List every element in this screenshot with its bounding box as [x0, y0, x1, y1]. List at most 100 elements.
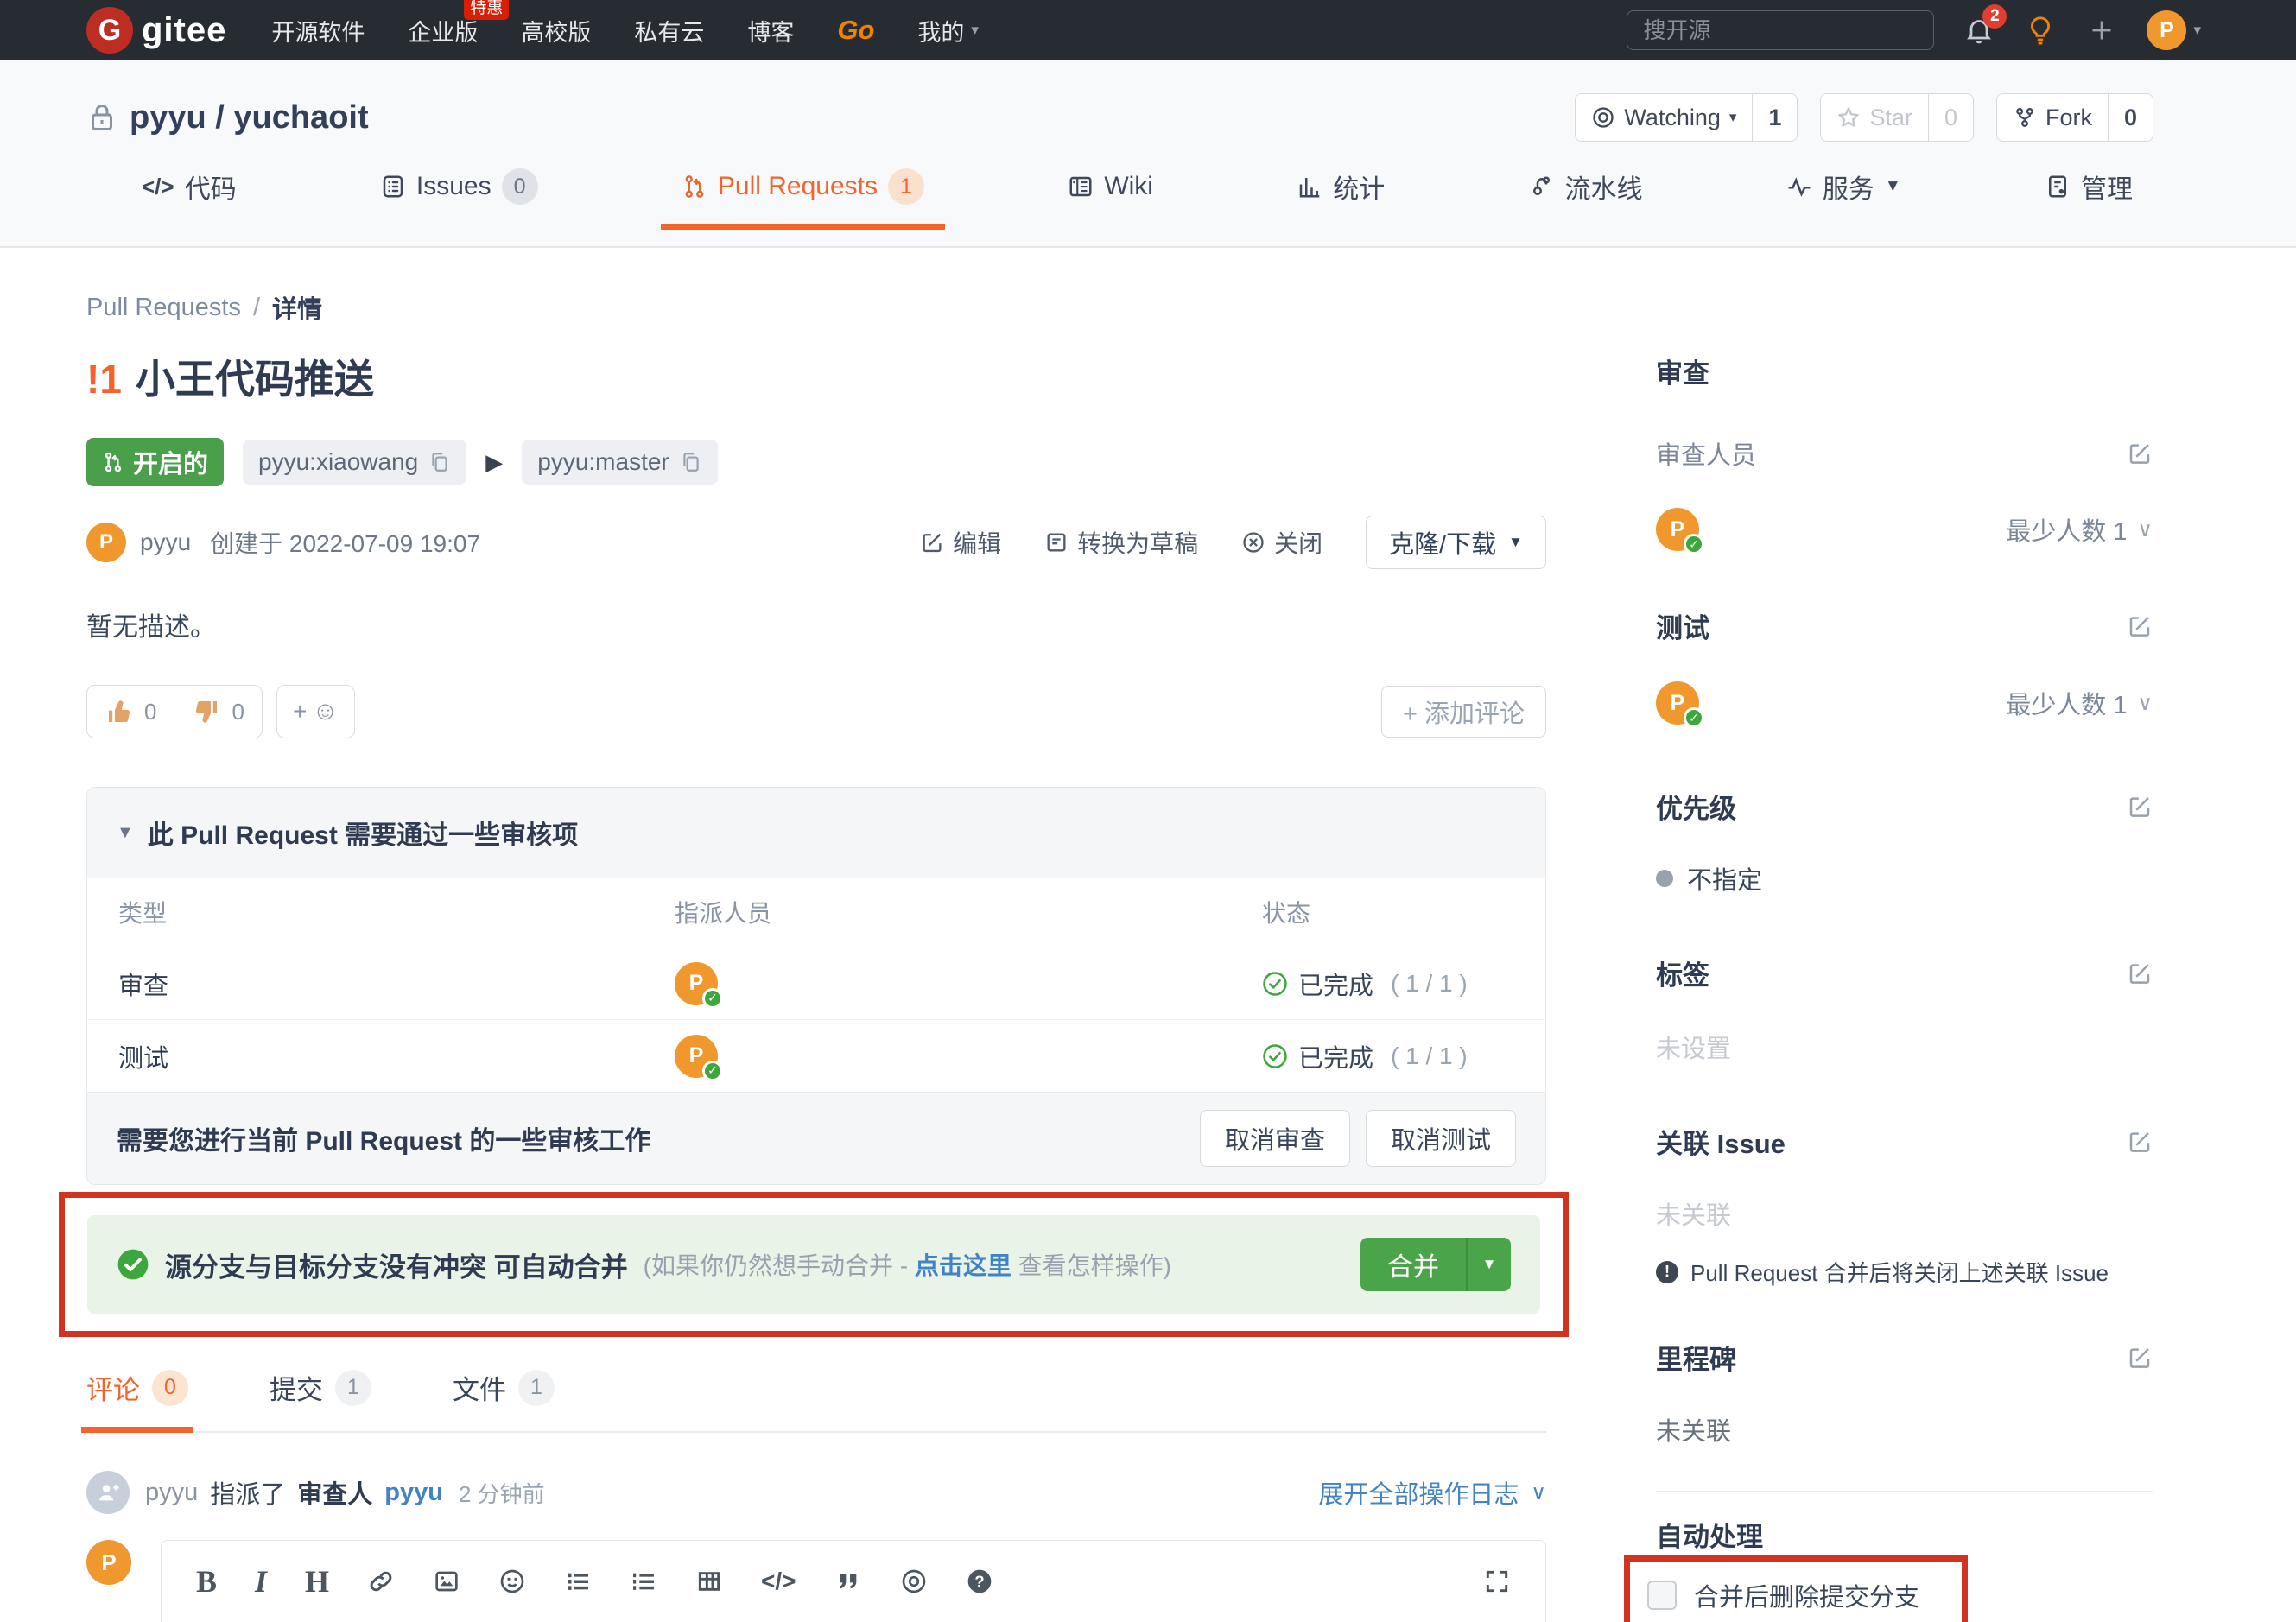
pulse-icon	[1786, 174, 1812, 200]
edit-icon[interactable]	[2127, 613, 2153, 639]
fork-count[interactable]: 0	[2108, 94, 2153, 141]
edit-icon[interactable]	[2127, 794, 2153, 820]
search-input[interactable]	[1627, 10, 1934, 50]
min-testers-dropdown[interactable]: 最少人数 1 ∨	[2006, 685, 2153, 721]
nav-item-enterprise[interactable]: 企业版 特惠	[408, 14, 478, 48]
chevron-down-icon[interactable]: ▾	[2193, 22, 2201, 39]
activity-user[interactable]: pyyu	[145, 1479, 198, 1507]
issue-value: 未关联	[1656, 1195, 2153, 1232]
delete-branch-option[interactable]: 合并后删除提交分支	[1647, 1577, 1944, 1613]
author-avatar[interactable]: P	[86, 523, 126, 562]
user-avatar[interactable]: P	[2147, 10, 2186, 50]
checkbox-icon[interactable]	[1647, 1581, 1677, 1610]
edit-icon[interactable]	[2127, 440, 2153, 466]
review-type: 审查	[118, 966, 675, 1002]
add-comment-button[interactable]: + 添加评论	[1381, 686, 1546, 738]
edit-icon[interactable]	[2127, 1129, 2153, 1155]
reactions-row: 0 0 + ☺ + 添加评论	[86, 685, 1546, 738]
assignee-avatar[interactable]: P	[675, 1035, 718, 1078]
italic-icon[interactable]: I	[255, 1563, 267, 1600]
ordered-list-icon[interactable]	[630, 1568, 657, 1595]
status-text: 已完成	[1298, 966, 1373, 1002]
plus-icon[interactable]	[2086, 15, 2117, 46]
edit-icon[interactable]	[2127, 960, 2153, 986]
gitee-logo[interactable]: G gitee	[86, 7, 226, 54]
help-icon[interactable]: ?	[966, 1568, 993, 1595]
preview-icon[interactable]	[900, 1568, 928, 1595]
star-count[interactable]: 0	[1928, 94, 1973, 141]
tab-services[interactable]: 服务 ▼	[1766, 168, 1922, 228]
unordered-list-icon[interactable]	[564, 1568, 592, 1595]
tab-statistics[interactable]: 统计	[1276, 168, 1405, 228]
edit-icon	[920, 530, 944, 554]
tab-files[interactable]: 文件 1	[453, 1368, 555, 1431]
tab-pull-requests[interactable]: Pull Requests 1	[661, 168, 945, 228]
breadcrumb: Pull Requests / 详情	[86, 289, 1546, 326]
pr-state-badge: 开启的	[86, 438, 224, 486]
check-circle-icon	[1262, 971, 1288, 997]
thumbs-up-button[interactable]: 0	[87, 686, 174, 738]
close-pr-button[interactable]: 关闭	[1241, 525, 1322, 560]
tab-comments-label: 评论	[86, 1368, 140, 1407]
emoji-icon[interactable]	[498, 1568, 526, 1595]
assignee-avatar[interactable]: P	[675, 962, 718, 1005]
add-reaction-button[interactable]: + ☺	[276, 685, 355, 738]
bell-icon[interactable]: 2	[1963, 15, 1995, 46]
tab-wiki[interactable]: Wiki	[1047, 168, 1174, 228]
link-icon[interactable]	[367, 1568, 395, 1595]
cancel-review-button[interactable]: 取消审查	[1200, 1110, 1350, 1167]
fork-button[interactable]: Fork	[1997, 94, 2108, 141]
review-panel-header[interactable]: ▼ 此 Pull Request 需要通过一些审核项	[87, 788, 1545, 878]
code-block-icon[interactable]: </>	[761, 1568, 796, 1595]
nav-item-opensource[interactable]: 开源软件	[271, 14, 365, 48]
clone-download-button[interactable]: 克隆/下载 ▼	[1366, 516, 1546, 569]
activity-assignee[interactable]: pyyu	[384, 1479, 443, 1507]
heading-icon[interactable]: H	[305, 1563, 329, 1600]
reviewer-avatar[interactable]: P	[1656, 508, 1699, 551]
copy-icon[interactable]	[680, 451, 702, 473]
edit-icon[interactable]	[2127, 1345, 2153, 1371]
repo-name[interactable]: pyyu / yuchaoit	[130, 99, 369, 136]
nav-item-mine[interactable]: 我的 ▾	[917, 14, 979, 48]
star-button[interactable]: Star	[1821, 94, 1928, 141]
nav-item-go[interactable]: Go	[837, 15, 874, 46]
tester-avatar[interactable]: P	[1656, 681, 1699, 725]
issue-note-text: Pull Request 合并后将关闭上述关联 Issue	[1690, 1256, 2109, 1288]
table-icon[interactable]	[695, 1568, 723, 1595]
watching-count[interactable]: 1	[1752, 94, 1797, 141]
star-control: Star 0	[1820, 93, 1974, 142]
nav-item-private-cloud[interactable]: 私有云	[634, 14, 704, 48]
watching-button[interactable]: Watching ▾	[1576, 94, 1752, 141]
tab-comments[interactable]: 评论 0	[86, 1368, 188, 1431]
code-icon: </>	[142, 174, 174, 200]
breadcrumb-pull-requests[interactable]: Pull Requests	[86, 294, 241, 322]
edit-button[interactable]: 编辑	[920, 525, 1001, 560]
tab-commits[interactable]: 提交 1	[270, 1368, 371, 1431]
clone-download-label: 克隆/下载	[1389, 524, 1496, 561]
tab-code[interactable]: </> 代码	[121, 168, 257, 228]
convert-draft-button[interactable]: 转换为草稿	[1044, 525, 1198, 560]
tab-manage[interactable]: 管理	[2024, 168, 2153, 228]
merge-button[interactable]: 合并	[1360, 1238, 1466, 1291]
copy-icon[interactable]	[428, 451, 451, 473]
lock-icon	[86, 102, 117, 133]
thumbs-down-button[interactable]: 0	[174, 686, 261, 738]
cancel-test-button[interactable]: 取消测试	[1366, 1110, 1516, 1167]
fullscreen-icon[interactable]	[1483, 1568, 1511, 1595]
target-branch-name: pyyu:master	[537, 448, 669, 476]
merge-dropdown-button[interactable]: ▼	[1466, 1238, 1511, 1291]
lightbulb-icon[interactable]	[2024, 14, 2057, 47]
quote-icon[interactable]	[834, 1568, 862, 1595]
reviewer-label-row: 审查人员	[1656, 435, 2153, 472]
nav-item-education[interactable]: 高校版	[521, 14, 591, 48]
label-value: 未设置	[1656, 1029, 2153, 1065]
tab-pipelines[interactable]: 流水线	[1508, 168, 1664, 228]
bold-icon[interactable]: B	[196, 1563, 217, 1600]
nav-item-blog[interactable]: 博客	[747, 14, 794, 48]
image-icon[interactable]	[433, 1568, 460, 1595]
expand-log-link[interactable]: 展开全部操作日志 ∨	[1318, 1474, 1546, 1511]
tab-issues[interactable]: Issues 0	[359, 168, 559, 228]
min-reviewers-dropdown[interactable]: 最少人数 1 ∨	[2006, 511, 2153, 548]
author-name[interactable]: pyyu	[140, 529, 191, 556]
manual-merge-link[interactable]: 点击这里	[915, 1252, 1012, 1279]
